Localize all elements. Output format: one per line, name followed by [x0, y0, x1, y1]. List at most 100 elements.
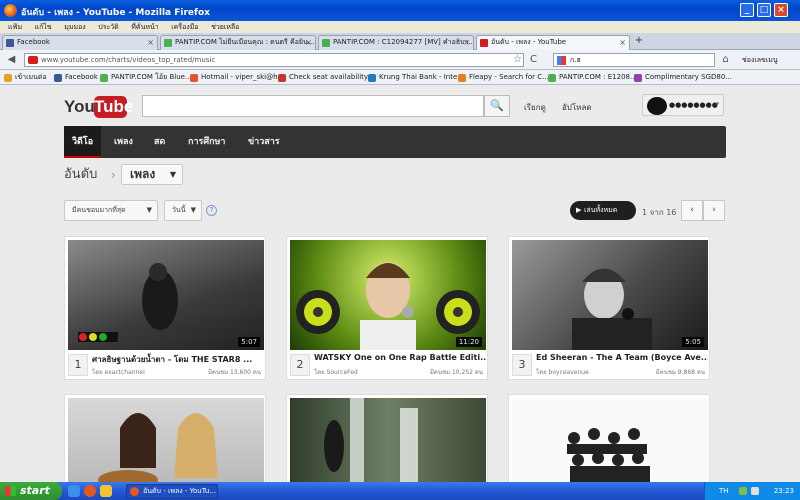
taskbar: start อันดับ - เพลง - YouTu... TH 23:23	[0, 482, 800, 500]
tab-close-icon[interactable]: ×	[619, 36, 626, 49]
prev-page-button[interactable]: ‹	[681, 200, 703, 221]
video-card[interactable]	[64, 394, 266, 482]
tab-close-icon[interactable]: ×	[305, 36, 312, 49]
fleapy-icon	[458, 74, 466, 82]
close-button[interactable]: ×	[774, 3, 788, 17]
bookmark-item[interactable]: Check seat availability...	[278, 72, 374, 83]
next-page-button[interactable]: ›	[703, 200, 725, 221]
tab-label: PANTIP.COM : C12094277 [MV] คำอธิบา...	[333, 38, 474, 46]
video-thumbnail[interactable]: 11:20	[290, 240, 486, 350]
tab-youtube[interactable]: อันดับ - เพลง - YouTube ×	[476, 35, 630, 50]
tab-music[interactable]: เพลง	[106, 126, 141, 158]
play-all-button[interactable]: ▶ เล่นทั้งหมด	[570, 201, 636, 220]
video-thumbnail[interactable]: 5:05	[512, 240, 708, 350]
explorer-icon[interactable]	[100, 485, 112, 497]
bookmark-item[interactable]: Facebook	[54, 72, 98, 83]
video-card[interactable]: 11:20 2 WATSKY One on One Rap Battle Edi…	[286, 236, 488, 380]
tray-icon[interactable]	[739, 487, 747, 495]
tab-label: อันดับ - เพลง - YouTube	[491, 38, 567, 46]
bookmark-star-icon[interactable]: ☆	[510, 53, 525, 67]
bank-icon	[368, 74, 376, 82]
tab-news[interactable]: ข่าวสาร	[240, 126, 288, 158]
video-title[interactable]: Ed Sheeran - The A Team (Boyce Ave...	[536, 353, 708, 362]
bookmark-item[interactable]: PANTIP.COM โอ้ย Blue...	[100, 72, 192, 83]
system-tray: TH 23:23	[704, 482, 800, 500]
guide-bar: วิดีโอ เพลง สด การศึกษา ข่าวสาร	[64, 126, 726, 158]
bookmark-item[interactable]: Krung Thai Bank - Inte...	[368, 72, 464, 83]
category-dropdown[interactable]: เพลง ▼	[121, 164, 183, 185]
tab-videos[interactable]: วิดีโอ	[64, 126, 102, 158]
time-dropdown[interactable]: วันนี้ ▼	[164, 200, 202, 221]
firefox-icon[interactable]	[84, 485, 96, 497]
volume-icon[interactable]	[751, 487, 759, 495]
navigation-bar: ◀ www.youtube.com/charts/videos_top_rate…	[0, 50, 800, 70]
video-views: มีคนชม 13,600 คน	[207, 369, 261, 376]
bookmark-item[interactable]: Fleapy - Search for C...	[458, 72, 549, 83]
video-views: มีคนชม 10,252 คน	[429, 369, 483, 376]
tab-pantip-1[interactable]: PANTIP.COM ไม่ยืนเมือนคุณ : ดนตรี คือยิน…	[160, 35, 316, 50]
new-tab-button[interactable]: +	[632, 35, 646, 48]
start-button[interactable]: start	[0, 482, 62, 500]
back-icon[interactable]: ◀	[4, 53, 19, 67]
video-title[interactable]: ศาลธิษฐานด้วยน้ำตา - โดม THE STAR8 ...	[92, 353, 264, 366]
url-bar[interactable]: www.youtube.com/charts/videos_top_rated/…	[24, 53, 524, 67]
search-input[interactable]	[142, 95, 484, 117]
video-title[interactable]: WATSKY One on One Rap Battle Editi...	[314, 353, 486, 362]
browser-search-input[interactable]: ก.ฮ	[553, 53, 715, 67]
video-card[interactable]: 5:07 1 ศาลธิษฐานด้วยน้ำตา - โดม THE STAR…	[64, 236, 266, 380]
extra-menu[interactable]: ช่องเลขเมนู	[742, 55, 778, 66]
bookmark-item[interactable]: PANTIP.COM : E1208...	[548, 72, 637, 83]
bookmark-item[interactable]: Complimentary SGD80...	[634, 72, 732, 83]
browse-link[interactable]: เรียกดู	[524, 101, 546, 114]
home-icon[interactable]: ⌂	[718, 53, 733, 67]
video-channel[interactable]: โดย SourceFed	[314, 367, 358, 377]
bookmark-item[interactable]: Hotmail - viper_ski@h...	[190, 72, 284, 83]
minimize-button[interactable]: _	[740, 3, 754, 17]
video-card[interactable]: 5:05 3 Ed Sheeran - The A Team (Boyce Av…	[508, 236, 710, 380]
thumbnail-image	[567, 428, 650, 482]
reload-icon[interactable]: C	[526, 53, 541, 67]
breadcrumb-charts[interactable]: อันดับ	[64, 167, 97, 182]
tab-close-icon[interactable]: ×	[147, 36, 154, 49]
ie-icon[interactable]	[68, 485, 80, 497]
video-duration: 5:05	[682, 337, 704, 347]
help-icon[interactable]: ?	[206, 205, 217, 216]
video-card[interactable]	[508, 394, 710, 482]
tab-label: PANTIP.COM ไม่ยืนเมือนคุณ : ดนตรี คือยิน…	[175, 38, 315, 46]
tab-live[interactable]: สด	[146, 126, 173, 158]
google-icon	[557, 56, 566, 65]
video-thumbnail[interactable]	[290, 398, 486, 482]
maximize-button[interactable]: □	[757, 3, 771, 17]
menu-edit[interactable]: แก้ไข	[35, 21, 52, 33]
menu-history[interactable]: ประวัติ	[98, 21, 118, 33]
tab-pantip-2[interactable]: PANTIP.COM : C12094277 [MV] คำอธิบา... ×	[318, 35, 474, 50]
video-thumbnail[interactable]	[68, 398, 264, 482]
video-thumbnail[interactable]	[512, 398, 708, 482]
user-menu-button[interactable]: ●●●●●●●● ▾	[642, 94, 724, 116]
menu-bookmarks[interactable]: ที่คั่นหน้า	[131, 21, 158, 33]
tab-close-icon[interactable]: ×	[463, 36, 470, 49]
language-indicator[interactable]: TH	[719, 487, 729, 495]
bookmark-item[interactable]: เข้าเมนต่อ	[4, 72, 47, 83]
upload-link[interactable]: อัปโหลด	[562, 101, 592, 114]
video-thumbnail[interactable]: 5:07	[68, 240, 264, 350]
menu-file[interactable]: แฟ้ม	[8, 21, 22, 33]
tab-education[interactable]: การศึกษา	[180, 126, 234, 158]
menu-help[interactable]: ช่วยเหลือ	[211, 21, 239, 33]
taskbar-firefox-window[interactable]: อันดับ - เพลง - YouTu...	[126, 484, 218, 499]
bookmarks-bar: เข้าเมนต่อ Facebook PANTIP.COM โอ้ย Blue…	[0, 70, 800, 85]
search-icon: 🔍	[490, 99, 504, 112]
windows-flag-icon	[5, 486, 16, 496]
search-button[interactable]: 🔍	[484, 95, 510, 117]
video-channel[interactable]: โดย boyceavenue	[536, 367, 589, 377]
sort-dropdown[interactable]: มีคนชอบมากที่สุด ▼	[64, 200, 158, 221]
menu-view[interactable]: มุมมอง	[64, 21, 85, 33]
tab-facebook[interactable]: Facebook ×	[2, 35, 158, 50]
menu-tools[interactable]: เครื่องมือ	[171, 21, 198, 33]
chevron-down-icon: ▼	[169, 170, 176, 179]
video-duration: 11:20	[455, 337, 482, 347]
video-channel[interactable]: โดย exactchannel	[92, 367, 145, 377]
youtube-logo[interactable]: You Tube	[64, 94, 133, 120]
video-card[interactable]	[286, 394, 488, 482]
youtube-page: You Tube 🔍 เรียกดู อัปโหลด ●●●●●●●● ▾ วิ…	[0, 86, 800, 482]
